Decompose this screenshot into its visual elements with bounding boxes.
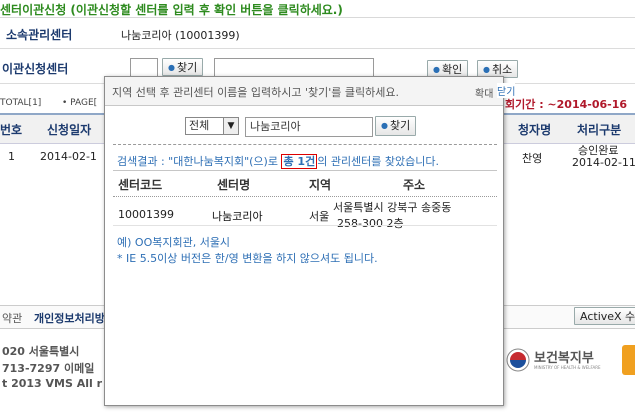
region-select[interactable]: 전체 ▼ bbox=[185, 117, 239, 135]
chevron-down-icon[interactable]: ▼ bbox=[223, 118, 238, 134]
row-region: 서울 bbox=[309, 210, 330, 223]
footer-address: 020 서울특별시 bbox=[2, 345, 80, 358]
ministry-emblem-icon bbox=[506, 348, 530, 372]
col-date: 신청일자 bbox=[47, 123, 92, 137]
divider bbox=[113, 144, 497, 145]
row-address-line1: 서울특별시 강북구 송중동 bbox=[333, 201, 452, 214]
total-count: TOTAL[1] bbox=[0, 98, 42, 108]
result-suffix: 의 관리센터를 찾았습니다. bbox=[317, 155, 440, 168]
period-label: 회기간 : ~2014-06-16 bbox=[505, 98, 627, 111]
footer-contact: 713-7297 이메일 bbox=[2, 362, 95, 375]
region-select-value: 전체 bbox=[189, 119, 210, 132]
result-count: 총 1건 bbox=[281, 154, 318, 169]
col-center-name: 센터명 bbox=[217, 178, 251, 192]
row-date: 2014-02-1 bbox=[40, 150, 97, 163]
transfer-name-input[interactable] bbox=[214, 58, 374, 78]
col-number: 번호 bbox=[0, 123, 23, 137]
popup-instruction: 지역 선택 후 관리센터 이름을 입력하시고 '찾기'를 클릭하세요. bbox=[112, 86, 400, 99]
popup-find-button[interactable]: ● 찾기 bbox=[375, 116, 417, 136]
row-status-date: 2014-02-11 bbox=[572, 156, 635, 169]
page-title-bar: 센터이관신청 (이관신청할 센터를 입력 후 확인 버튼을 클릭하세요.) bbox=[0, 0, 635, 18]
col-center-code: 센터코드 bbox=[118, 178, 163, 192]
find-button[interactable]: ● 찾기 bbox=[162, 58, 204, 76]
example-note: 예) OO복지회관, 서울시 bbox=[117, 236, 231, 249]
table-row[interactable]: 10001399 나눔코리아 서울 서울특별시 강북구 송중동 258-300 … bbox=[113, 197, 497, 233]
activex-button[interactable]: ActiveX 수동 bbox=[574, 307, 635, 325]
transfer-code-input[interactable] bbox=[130, 58, 158, 78]
page-title: 센터이관신청 (이관신청할 센터를 입력 후 확인 버튼을 클릭하세요.) bbox=[0, 3, 343, 17]
page-indicator: • PAGE[ bbox=[62, 98, 98, 108]
row-center-code: 10001399 bbox=[118, 208, 174, 221]
row-center-name[interactable]: 나눔코리아 bbox=[212, 208, 263, 224]
transfer-label: 이관신청센터 bbox=[2, 62, 69, 76]
popup-close-link[interactable]: 닫기 bbox=[497, 83, 516, 98]
volunteer-logo-icon bbox=[622, 345, 635, 375]
row-applicant: 찬영 bbox=[522, 152, 543, 165]
grid-bottom-line bbox=[113, 225, 497, 226]
terms-link[interactable]: 약관 bbox=[2, 310, 22, 326]
col-address: 주소 bbox=[403, 178, 426, 192]
ministry-sub: MINISTRY OF HEALTH & WELFARE bbox=[534, 365, 601, 370]
ie-note: * IE 5.5이상 버전은 한/영 변환을 하지 않으셔도 됩니다. bbox=[117, 252, 378, 265]
ministry-logo: 보건복지부 MINISTRY OF HEALTH & WELFARE bbox=[505, 345, 605, 375]
result-prefix: 검색결과 : "대한나눔복지회"(으)로 bbox=[117, 155, 278, 168]
popup-header: 지역 선택 후 관리센터 이름을 입력하시고 '찾기'를 클릭하세요. 확대 bbox=[105, 77, 503, 106]
center-label: 소속관리센터 bbox=[6, 28, 73, 42]
col-status: 처리구분 bbox=[577, 123, 622, 137]
grid-top-line bbox=[113, 170, 497, 171]
col-applicant: 청자명 bbox=[518, 123, 552, 137]
center-row: 소속관리센터 나눔코리아 (10001399) bbox=[0, 18, 635, 49]
ministry-name: 보건복지부 bbox=[534, 351, 594, 366]
footer-copyright: t 2013 VMS All r bbox=[2, 377, 103, 390]
center-name-input[interactable]: 나눔코리아 bbox=[245, 117, 373, 137]
search-result-text: 검색결과 : "대한나눔복지회"(으)로 총 1건 의 관리센터를 찾았습니다. bbox=[117, 153, 439, 169]
popup-enlarge-link[interactable]: 확대 bbox=[475, 85, 493, 100]
center-search-popup: 지역 선택 후 관리센터 이름을 입력하시고 '찾기'를 클릭하세요. 확대 닫… bbox=[104, 76, 516, 406]
row-address-line2: 258-300 2층 bbox=[337, 217, 404, 230]
center-value: 나눔코리아 (10001399) bbox=[121, 29, 240, 42]
privacy-link[interactable]: 개인정보처리방 bbox=[34, 310, 105, 326]
row-number: 1 bbox=[8, 150, 15, 163]
col-region: 지역 bbox=[309, 178, 332, 192]
